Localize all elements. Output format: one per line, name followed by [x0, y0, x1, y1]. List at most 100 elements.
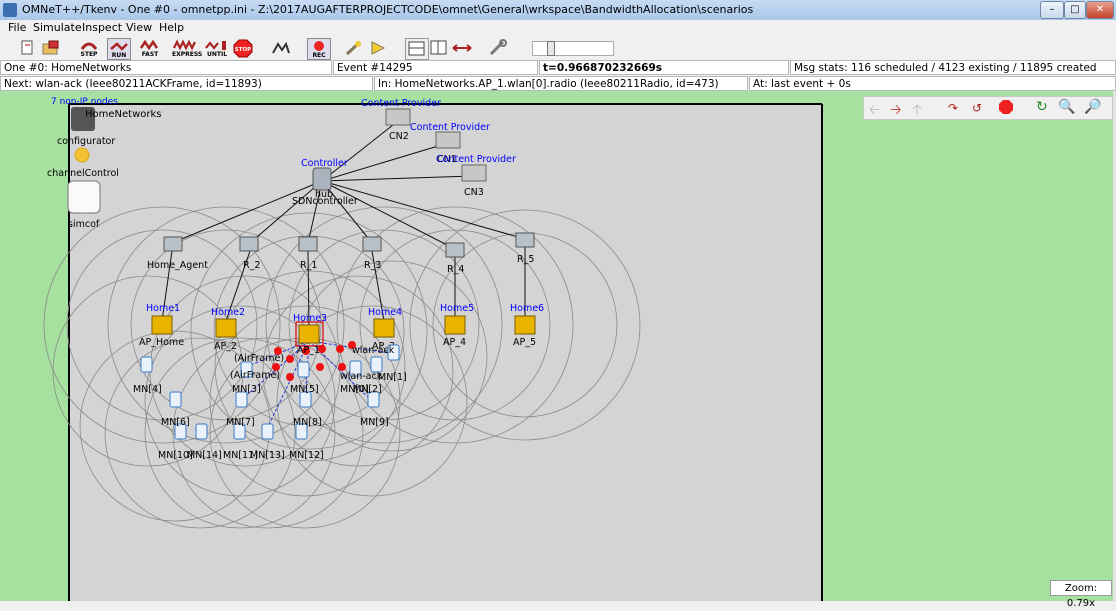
stop-icon-small[interactable]: [998, 99, 1014, 119]
menu-inspect[interactable]: Inspect: [82, 21, 122, 34]
mobile-node-icon[interactable]: [169, 391, 182, 408]
layout-horizontal-icon: [408, 41, 425, 56]
next-event: Next: wlan-ack (Ieee80211ACKFrame, id=11…: [0, 76, 373, 91]
svg-text:STOP: STOP: [235, 47, 251, 53]
home-caption: Home6: [510, 303, 544, 314]
router-label: R_5: [517, 254, 534, 265]
menu-help[interactable]: Help: [159, 21, 184, 34]
in-module: In: HomeNetworks.AP_1.wlan[0].radio (Iee…: [374, 76, 748, 91]
controller-icon[interactable]: [312, 167, 332, 191]
cn2-server-icon[interactable]: [385, 108, 411, 126]
run-info: One #0: HomeNetworks: [0, 60, 332, 75]
animation-icon: [272, 41, 290, 54]
run-icon: [110, 42, 128, 51]
access-point-icon[interactable]: [151, 315, 173, 335]
access-point-icon[interactable]: [444, 315, 466, 335]
refresh-icon[interactable]: ↻: [1036, 99, 1048, 115]
main-toolbar: STEP RUN FAST EXPRESS UNTIL STOP REC: [0, 36, 1116, 61]
message-label: (AirFrame): [230, 370, 280, 381]
maximize-button[interactable]: □: [1064, 1, 1086, 19]
simcof-label: simcof: [68, 219, 100, 230]
stop-icon: STOP: [233, 39, 253, 58]
mobile-node-icon[interactable]: [195, 423, 208, 440]
forward-arrow-icon[interactable]: 🡢: [890, 99, 901, 123]
mn-label: MN[13]: [250, 450, 285, 461]
mobile-node-icon[interactable]: [261, 423, 274, 440]
wrench-icon: [489, 39, 507, 56]
mn-label: MN[14]: [187, 450, 222, 461]
run-icon-small[interactable]: ↺: [972, 101, 982, 115]
zoom-in-icon[interactable]: 🔍: [1058, 99, 1075, 115]
menu-bar: File Simulate Inspect View Help: [0, 20, 1116, 36]
network-canvas[interactable]: 7 non-IP nodes HomeNetworks configurator…: [0, 91, 1116, 601]
speed-slider-handle[interactable]: [547, 41, 555, 56]
record-icon: [314, 41, 324, 51]
find-objects-button[interactable]: [343, 38, 365, 58]
inspect-button[interactable]: [368, 38, 390, 58]
channel-control-sun-icon[interactable]: [74, 147, 90, 163]
new-run-button[interactable]: [16, 38, 38, 58]
window-title: OMNeT++/Tkenv - One #0 - omnetpp.ini - Z…: [22, 3, 754, 16]
minimize-button[interactable]: –: [1040, 1, 1064, 19]
router-icon[interactable]: [445, 242, 465, 258]
menu-simulate[interactable]: Simulate: [33, 21, 82, 34]
router-label: Home_Agent: [147, 260, 208, 271]
stop-button[interactable]: STOP: [232, 38, 254, 58]
access-point-icon[interactable]: [298, 324, 320, 344]
simcof-module-icon[interactable]: [67, 180, 101, 214]
cn2-label: CN2: [389, 131, 409, 142]
mn-label: MN[7]: [226, 417, 255, 428]
title-bar: OMNeT++/Tkenv - One #0 - omnetpp.ini - Z…: [0, 0, 1116, 20]
event-number: Event #14295: [333, 60, 538, 75]
layout-vertical-button[interactable]: [428, 38, 450, 58]
menu-view[interactable]: View: [126, 21, 152, 34]
nonip-caption: 7 non-IP nodes: [51, 97, 118, 107]
mn-label: MN[4]: [133, 384, 162, 395]
cn1-server-icon[interactable]: [435, 131, 461, 149]
router-icon[interactable]: [239, 236, 259, 252]
express-button[interactable]: EXPRESS: [172, 38, 202, 58]
until-button[interactable]: UNTIL: [204, 38, 230, 58]
access-point-icon[interactable]: [373, 318, 395, 338]
menu-file[interactable]: File: [8, 21, 26, 34]
speed-slider[interactable]: [532, 41, 614, 56]
mobile-node-icon[interactable]: [370, 356, 383, 373]
until-icon: [205, 41, 226, 50]
configurator-label: configurator: [57, 136, 115, 147]
router-icon[interactable]: [362, 236, 382, 252]
cn3-server-icon[interactable]: [461, 164, 487, 182]
step-button[interactable]: STEP: [78, 38, 100, 58]
router-label: R_1: [300, 260, 317, 271]
timeline-button[interactable]: [451, 38, 473, 58]
step-icon-small[interactable]: ↷: [948, 101, 958, 115]
mn-label: MN[2]: [353, 384, 382, 395]
run-button[interactable]: RUN: [107, 38, 131, 60]
sim-time: t=0.966870232669s: [539, 60, 789, 75]
animation-params-button[interactable]: [270, 38, 292, 58]
zoom-indicator: Zoom: 0.79x: [1050, 580, 1112, 609]
mobile-node-icon[interactable]: [297, 361, 310, 378]
router-icon[interactable]: [163, 236, 183, 252]
step-icon: [80, 42, 98, 50]
network-graph[interactable]: 7 non-IP nodes HomeNetworks configurator…: [0, 91, 1116, 601]
network-name-label: HomeNetworks: [85, 109, 162, 120]
zoom-out-icon[interactable]: 🔎: [1084, 99, 1101, 115]
home-caption: Home1: [146, 303, 180, 314]
router-icon[interactable]: [298, 236, 318, 252]
options-button[interactable]: [487, 38, 509, 58]
mobile-node-icon[interactable]: [140, 356, 153, 373]
fast-button[interactable]: FAST: [139, 38, 161, 58]
record-button[interactable]: REC: [307, 38, 331, 60]
access-point-icon[interactable]: [215, 318, 237, 338]
back-arrow-icon[interactable]: 🡠: [869, 99, 880, 123]
layout-horizontal-button[interactable]: [405, 38, 429, 60]
find-objects-icon: [345, 40, 362, 56]
up-arrow-icon[interactable]: 🡡: [912, 99, 922, 123]
access-point-icon[interactable]: [514, 315, 536, 335]
layout-vertical-icon: [430, 40, 447, 55]
router-icon[interactable]: [515, 232, 535, 248]
home-caption: Home2: [211, 307, 245, 318]
close-button[interactable]: ✕: [1086, 1, 1114, 19]
load-network-button[interactable]: [40, 38, 62, 58]
message-label: wlan-ack: [340, 371, 383, 382]
